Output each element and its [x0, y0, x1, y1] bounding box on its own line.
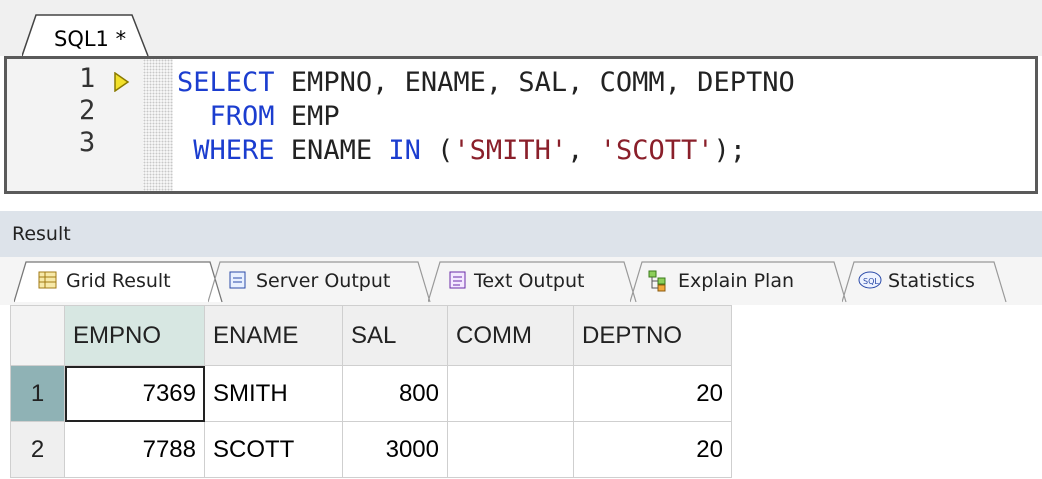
sql-identifier: ( — [420, 135, 454, 166]
tab-label: Text Output — [474, 270, 585, 292]
cell-comm[interactable] — [447, 365, 574, 422]
tab-label: Explain Plan — [678, 270, 795, 292]
cell-empno[interactable]: 7788 — [64, 421, 205, 478]
editor-tab-label: SQL1 * — [54, 27, 127, 51]
sql-keyword: WHERE — [177, 135, 275, 166]
tab-label: Grid Result — [66, 270, 171, 292]
column-header-deptno[interactable]: DEPTNO — [573, 305, 732, 366]
tab-explain-plan[interactable]: Explain Plan — [630, 261, 850, 303]
column-header-empno[interactable]: EMPNO — [64, 305, 205, 366]
result-grid[interactable]: EMPNO ENAME SAL COMM DEPTNO 1 7369 SMITH… — [10, 305, 732, 478]
grid-header-row: EMPNO ENAME SAL COMM DEPTNO — [10, 305, 732, 366]
sql-string-literal: 'SMITH' — [453, 135, 568, 166]
code-line-1: SELECT EMPNO, ENAME, SAL, COMM, DEPTNO — [177, 67, 795, 98]
tab-text-output[interactable]: Text Output — [428, 261, 638, 303]
sql-identifier: ENAME — [274, 135, 389, 166]
line-number: 1 — [79, 63, 96, 94]
tab-label: Server Output — [256, 270, 391, 292]
row-number[interactable]: 2 — [10, 421, 65, 478]
table-row[interactable]: 2 7788 SCOTT 3000 20 — [10, 421, 732, 478]
sql-string-literal: 'SCOTT' — [599, 135, 714, 166]
result-panel-header: Result — [0, 211, 1042, 257]
sql-editor[interactable]: 1 2 3 SELECT EMPNO, ENAME, SAL, COMM, DE… — [4, 56, 1038, 194]
tab-server-output[interactable]: Server Output — [208, 261, 433, 303]
column-header-comm[interactable]: COMM — [447, 305, 574, 366]
column-header-sal[interactable]: SAL — [342, 305, 448, 366]
result-tab-strip: Grid Result Server Output Text Output Ex… — [0, 257, 1042, 305]
cell-ename[interactable]: SCOTT — [204, 421, 343, 478]
sql-identifier: ); — [713, 135, 746, 166]
column-header-ename[interactable]: ENAME — [204, 305, 343, 366]
editor-tab-strip: SQL1 * — [0, 0, 1042, 57]
cell-ename[interactable]: SMITH — [204, 365, 343, 422]
fold-margin — [143, 59, 173, 191]
explain-plan-icon — [648, 270, 666, 292]
cell-sal[interactable]: 3000 — [342, 421, 448, 478]
svg-text:SQL: SQL — [863, 277, 879, 286]
grid-result-icon — [38, 271, 57, 289]
cell-sal[interactable]: 800 — [342, 365, 448, 422]
tab-statistics[interactable]: SQL Statistics — [842, 261, 1012, 303]
result-panel-title: Result — [12, 223, 71, 245]
code-line-2: FROM EMP — [177, 101, 340, 132]
sql-keyword: FROM — [177, 101, 275, 132]
sql-keyword: SELECT — [177, 67, 275, 98]
sql-keyword: IN — [388, 135, 421, 166]
tab-grid-result[interactable]: Grid Result — [14, 261, 223, 303]
cell-empno[interactable]: 7369 — [64, 365, 205, 422]
row-number[interactable]: 1 — [10, 365, 65, 422]
tab-label: Statistics — [888, 270, 975, 292]
sql-identifier: , — [567, 135, 600, 166]
sql-identifier: EMP — [274, 101, 340, 132]
server-output-icon — [229, 271, 246, 289]
text-output-icon — [449, 271, 466, 289]
current-line-arrow-icon — [114, 72, 130, 92]
cell-deptno[interactable]: 20 — [573, 365, 732, 422]
line-number: 3 — [79, 127, 96, 158]
cell-deptno[interactable]: 20 — [573, 421, 732, 478]
table-row[interactable]: 1 7369 SMITH 800 20 — [10, 365, 732, 422]
sql-identifier: EMPNO, ENAME, SAL, COMM, DEPTNO — [274, 67, 795, 98]
cell-comm[interactable] — [447, 421, 574, 478]
editor-tab-sql1[interactable]: SQL1 * — [22, 13, 152, 57]
code-line-3: WHERE ENAME IN ('SMITH', 'SCOTT'); — [177, 135, 746, 166]
grid-corner[interactable] — [10, 305, 65, 366]
statistics-icon: SQL — [858, 271, 882, 289]
line-number: 2 — [79, 95, 96, 126]
